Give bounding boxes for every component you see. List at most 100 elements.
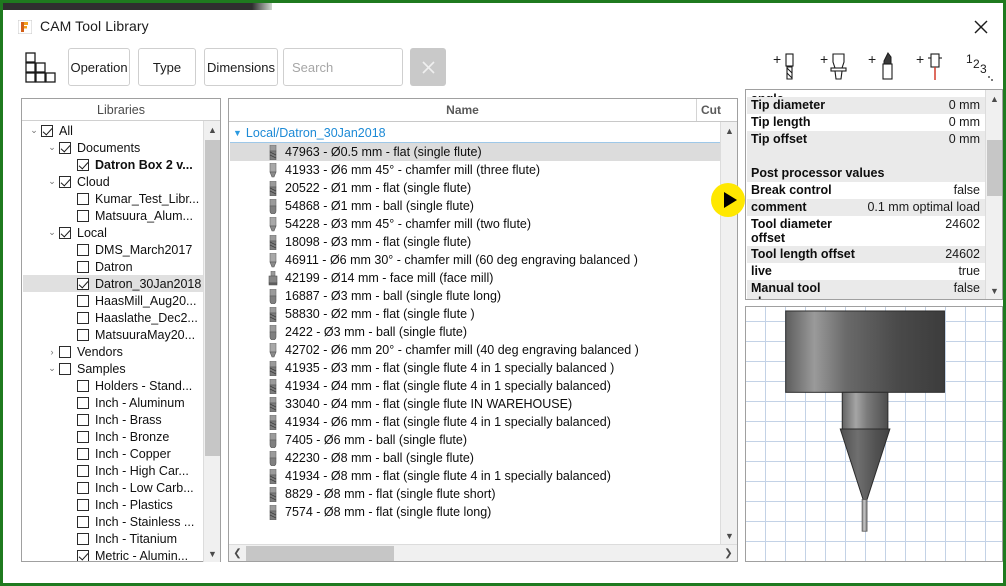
tool-list-row[interactable]: 7405 - Ø6 mm - ball (single flute) — [230, 431, 722, 449]
tool-group-row[interactable]: ▼ Local/Datron_30Jan2018 — [230, 123, 722, 143]
library-checkbox[interactable] — [41, 124, 53, 137]
chevron-down-icon[interactable]: ⌄ — [27, 122, 41, 139]
library-checkbox[interactable] — [77, 481, 89, 494]
library-tree-item[interactable]: Inch - Plastics — [23, 496, 203, 513]
library-tree-item[interactable]: › Vendors — [23, 343, 203, 360]
tool-list-row[interactable]: 16887 - Ø3 mm - ball (single flute long) — [230, 287, 722, 305]
library-checkbox[interactable] — [77, 396, 89, 409]
chevron-down-icon[interactable]: ⌄ — [45, 173, 59, 190]
library-tree-item[interactable]: Matsuura_Alum... — [23, 207, 203, 224]
scroll-up-button[interactable]: ▲ — [986, 90, 1002, 107]
library-tree-item[interactable]: Inch - Copper — [23, 445, 203, 462]
library-checkbox[interactable] — [77, 447, 89, 460]
library-tree-item[interactable]: MatsuuraMay20... — [23, 326, 203, 343]
library-tree-item[interactable]: Inch - Aluminum — [23, 394, 203, 411]
filter-type-button[interactable]: Type — [138, 48, 196, 86]
add-tool-icon[interactable]: + — [772, 48, 806, 90]
library-checkbox[interactable] — [77, 532, 89, 545]
scroll-down-button[interactable]: ▼ — [721, 527, 738, 544]
tool-list-row[interactable]: 20522 - Ø1 mm - flat (single flute) — [230, 179, 722, 197]
chevron-down-icon[interactable]: ⌄ — [45, 139, 59, 156]
tool-list-row[interactable]: 41933 - Ø6 mm 45° - chamfer mill (three … — [230, 161, 722, 179]
library-checkbox[interactable] — [77, 311, 89, 324]
numbering-icon[interactable]: 1 2 3 — [964, 48, 998, 90]
library-checkbox[interactable] — [77, 260, 89, 273]
library-tree-item[interactable]: Holders - Stand... — [23, 377, 203, 394]
library-checkbox[interactable] — [77, 158, 89, 171]
search-input[interactable] — [283, 48, 403, 86]
tool-list-row[interactable]: 33040 - Ø4 mm - flat (single flute IN WA… — [230, 395, 722, 413]
scroll-down-button[interactable]: ▼ — [986, 282, 1002, 299]
library-tree-item[interactable]: Inch - Brass — [23, 411, 203, 428]
library-tree-item[interactable]: DMS_March2017 — [23, 241, 203, 258]
library-checkbox[interactable] — [59, 345, 71, 358]
tool-list-row[interactable]: 41934 - Ø4 mm - flat (single flute 4 in … — [230, 377, 722, 395]
grid-squares-icon[interactable] — [22, 49, 64, 87]
tool-list-row[interactable]: 41934 - Ø6 mm - flat (single flute 4 in … — [230, 413, 722, 431]
tool-list-row[interactable]: 47963 - Ø0.5 mm - flat (single flute) — [230, 143, 722, 161]
library-checkbox[interactable] — [77, 243, 89, 256]
property-row[interactable]: Break control false — [747, 182, 986, 199]
column-header-cut[interactable]: Cut — [697, 99, 737, 121]
library-checkbox[interactable] — [59, 226, 71, 239]
tool-list-row[interactable]: 58830 - Ø2 mm - flat (single flute ) — [230, 305, 722, 323]
library-checkbox[interactable] — [77, 379, 89, 392]
property-row[interactable]: Tip length 0 mm — [747, 114, 986, 131]
library-checkbox[interactable] — [77, 328, 89, 341]
scroll-left-button[interactable]: ❮ — [229, 545, 246, 562]
scroll-down-button[interactable]: ▼ — [204, 545, 221, 562]
add-holder-icon[interactable]: + — [820, 48, 854, 90]
library-checkbox[interactable] — [77, 515, 89, 528]
library-tree-item[interactable]: ⌄ Local — [23, 224, 203, 241]
libraries-vertical-scrollbar[interactable]: ▲ ▼ — [203, 121, 220, 562]
play-badge-annotation[interactable] — [711, 183, 745, 217]
tool-list-body[interactable]: ▼ Local/Datron_30Jan2018 47963 - Ø0.5 mm… — [230, 123, 722, 538]
property-row[interactable]: Tip offset 0 mm — [747, 131, 986, 148]
tool-list-row[interactable]: 46911 - Ø6 mm 30° - chamfer mill (60 deg… — [230, 251, 722, 269]
library-tree-item[interactable]: ⌄ Samples — [23, 360, 203, 377]
tool-list-row[interactable]: 41934 - Ø8 mm - flat (single flute 4 in … — [230, 467, 722, 485]
close-button[interactable] — [964, 14, 998, 40]
library-checkbox[interactable] — [77, 498, 89, 511]
scroll-thumb[interactable] — [246, 546, 394, 561]
tool-list-row[interactable]: 42230 - Ø8 mm - ball (single flute) — [230, 449, 722, 467]
tool-list-row[interactable]: 8829 - Ø8 mm - flat (single flute short) — [230, 485, 722, 503]
library-tree-item[interactable]: Haaslathe_Dec2... — [23, 309, 203, 326]
library-tree-item[interactable]: Inch - Titanium — [23, 530, 203, 547]
library-checkbox[interactable] — [77, 549, 89, 561]
library-checkbox[interactable] — [77, 209, 89, 222]
library-tree-item[interactable]: Datron Box 2 v... — [23, 156, 203, 173]
tool-list-row[interactable]: 2422 - Ø3 mm - ball (single flute) — [230, 323, 722, 341]
library-checkbox[interactable] — [77, 464, 89, 477]
library-tree-item[interactable]: Kumar_Test_Libr... — [23, 190, 203, 207]
scroll-thumb[interactable] — [205, 140, 220, 456]
library-tree-item[interactable]: Datron_30Jan2018 — [23, 275, 203, 292]
filter-operation-button[interactable]: Operation — [68, 48, 130, 86]
tool-list-row[interactable]: 54228 - Ø3 mm 45° - chamfer mill (two fl… — [230, 215, 722, 233]
property-row[interactable]: Tool diameter offset 24602 — [747, 216, 986, 246]
tool-3d-preview[interactable] — [745, 306, 1003, 562]
library-checkbox[interactable] — [77, 277, 89, 290]
tool-list-horizontal-scrollbar[interactable]: ❮ ❯ — [229, 544, 737, 561]
scroll-right-button[interactable]: ❯ — [720, 545, 737, 562]
library-checkbox[interactable] — [59, 175, 71, 188]
library-tree-item[interactable]: Metric - Alumin... — [23, 547, 203, 561]
library-checkbox[interactable] — [77, 294, 89, 307]
library-tree-item[interactable]: Inch - Bronze — [23, 428, 203, 445]
scroll-up-button[interactable]: ▲ — [204, 121, 221, 138]
property-row[interactable]: Tool length offset 24602 — [747, 246, 986, 263]
column-header-name[interactable]: Name — [229, 99, 697, 121]
scroll-up-button[interactable]: ▲ — [721, 122, 738, 139]
properties-vertical-scrollbar[interactable]: ▲ ▼ — [985, 90, 1002, 299]
library-tree-item[interactable]: Inch - Stainless ... — [23, 513, 203, 530]
library-tree-item[interactable]: HaasMill_Aug20... — [23, 292, 203, 309]
library-tree-item[interactable]: ⌄ Cloud — [23, 173, 203, 190]
library-tree-item[interactable]: Datron — [23, 258, 203, 275]
libraries-tree[interactable]: ⌄ All ⌄ Documents Datron Box 2 v... ⌄ Cloud Kum… — [23, 122, 203, 561]
library-checkbox[interactable] — [77, 413, 89, 426]
tool-list-row[interactable]: 7574 - Ø8 mm - flat (single flute long) — [230, 503, 722, 521]
tool-list-row[interactable]: 42199 - Ø14 mm - face mill (face mill) — [230, 269, 722, 287]
tool-list-row[interactable]: 42702 - Ø6 mm 20° - chamfer mill (40 deg… — [230, 341, 722, 359]
tool-list-row[interactable]: 54868 - Ø1 mm - ball (single flute) — [230, 197, 722, 215]
chevron-right-icon[interactable]: › — [45, 343, 59, 360]
